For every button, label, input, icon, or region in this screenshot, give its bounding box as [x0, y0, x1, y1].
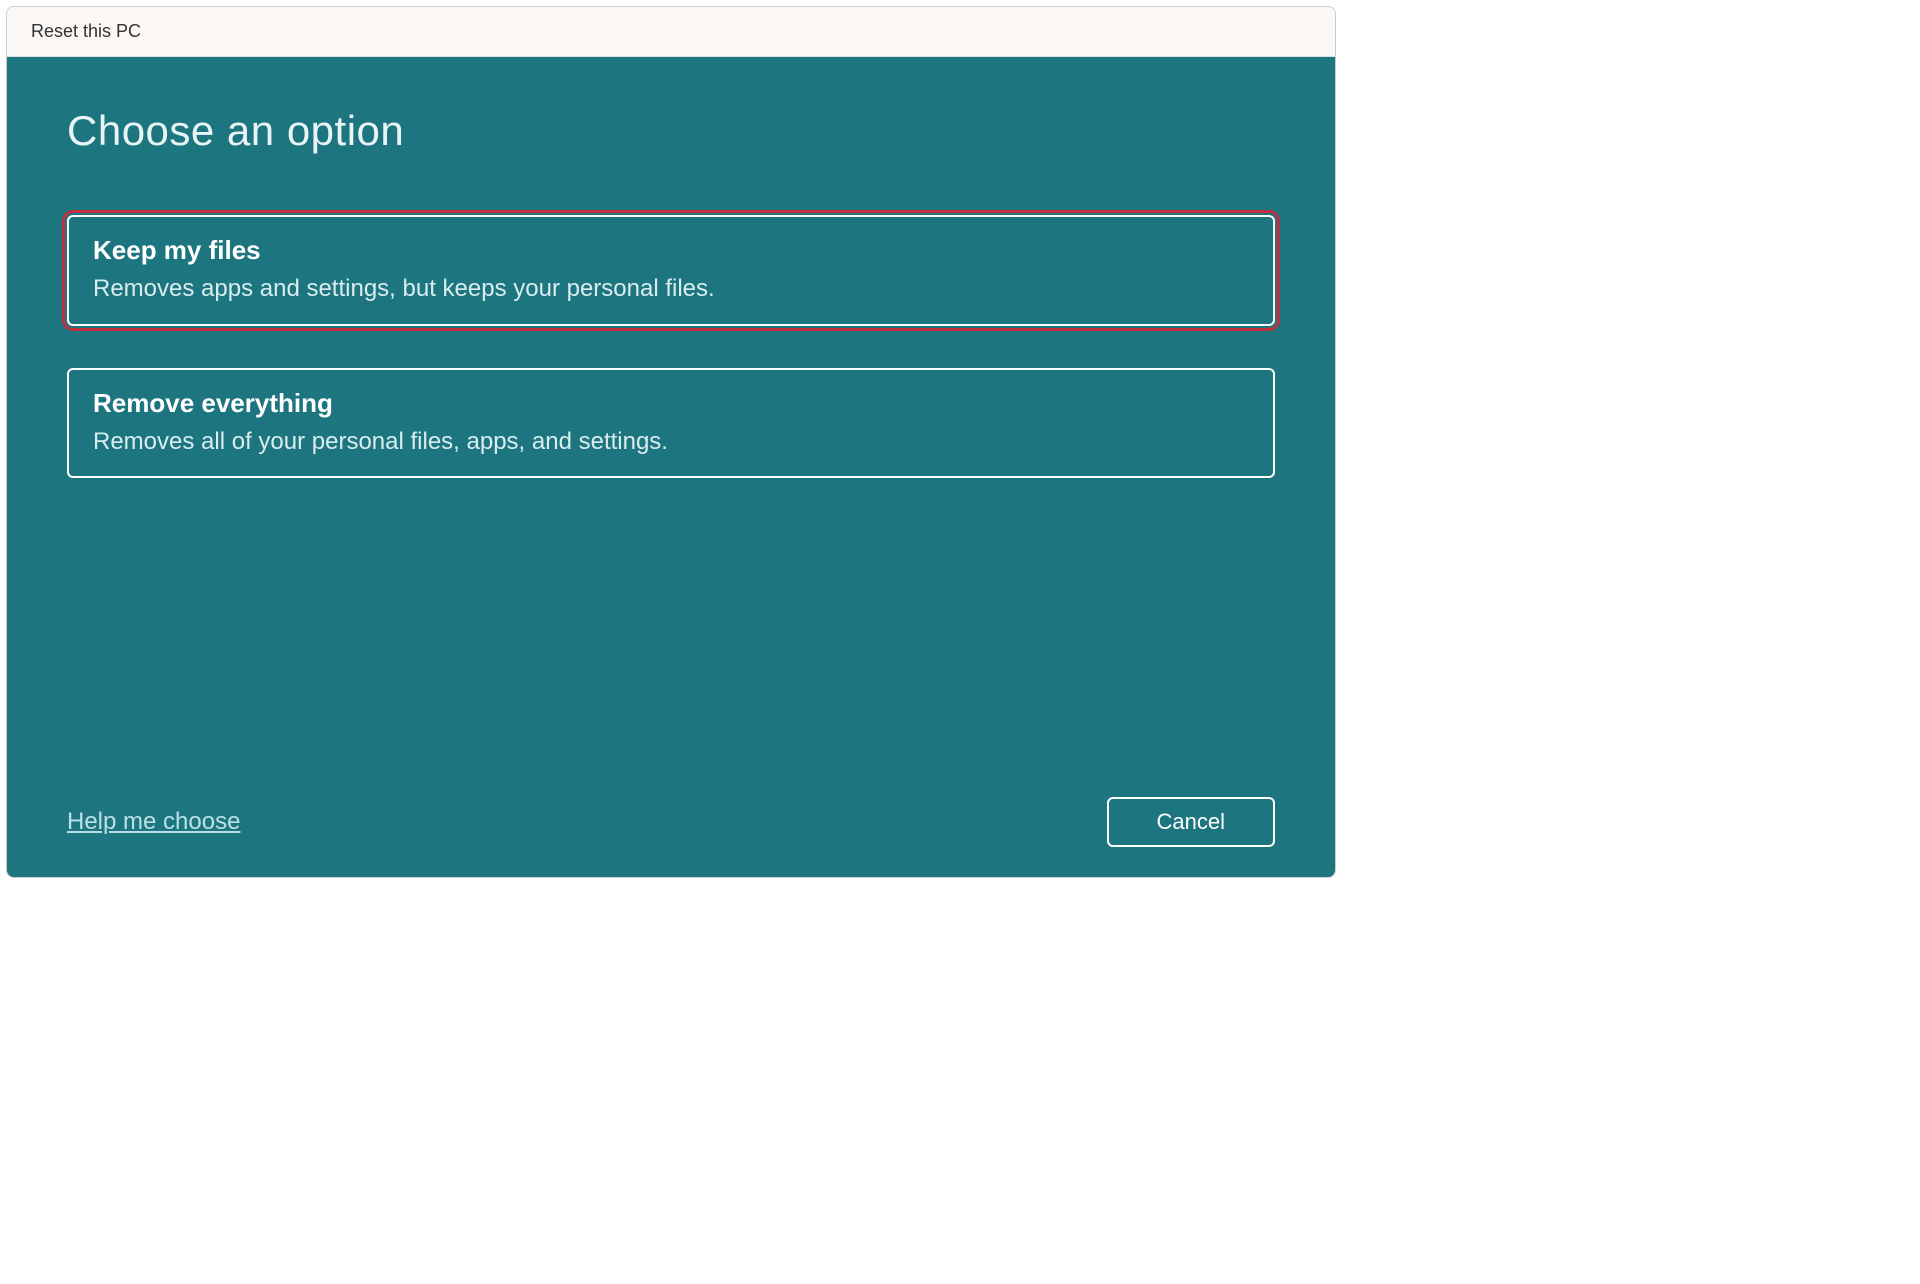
page-heading: Choose an option: [67, 107, 1275, 155]
option-description: Removes apps and settings, but keeps you…: [93, 272, 1249, 306]
option-description: Removes all of your personal files, apps…: [93, 425, 1249, 459]
keep-my-files-option[interactable]: Keep my files Removes apps and settings,…: [67, 215, 1275, 326]
option-title: Keep my files: [93, 235, 1249, 266]
dialog-footer: Help me choose Cancel: [67, 777, 1275, 847]
title-bar: Reset this PC: [7, 7, 1335, 57]
remove-everything-option[interactable]: Remove everything Removes all of your pe…: [67, 368, 1275, 479]
content-area: Choose an option Keep my files Removes a…: [7, 57, 1335, 877]
help-me-choose-link[interactable]: Help me choose: [67, 808, 240, 836]
reset-pc-dialog: Reset this PC Choose an option Keep my f…: [6, 6, 1336, 878]
window-title: Reset this PC: [31, 21, 141, 42]
cancel-button[interactable]: Cancel: [1107, 797, 1275, 847]
option-title: Remove everything: [93, 388, 1249, 419]
options-container: Keep my files Removes apps and settings,…: [67, 215, 1275, 478]
